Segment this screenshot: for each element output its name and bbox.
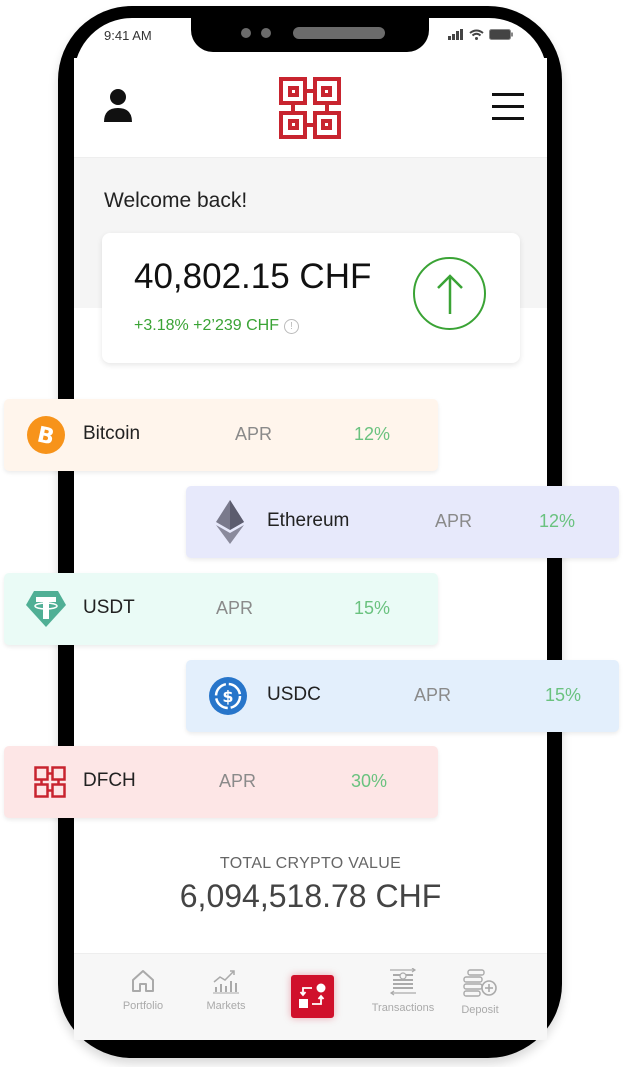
tab-label: Portfolio <box>122 1000 164 1012</box>
usdc-icon: $ <box>208 676 248 716</box>
tab-transactions[interactable]: Transactions <box>363 968 443 1014</box>
info-icon[interactable]: ! <box>283 318 299 334</box>
wifi-icon <box>469 29 484 40</box>
status-time: 9:41 AM <box>104 28 152 43</box>
hamburger-menu-icon[interactable] <box>492 91 524 128</box>
coin-apr-label: APR <box>219 771 257 791</box>
tab-label: Deposit <box>461 1004 499 1016</box>
tab-markets[interactable]: Markets <box>186 968 266 1012</box>
signal-icon <box>448 29 463 40</box>
coin-apr-label: APR <box>216 598 254 618</box>
total-crypto-value: 6,094,518.78 CHF <box>179 878 442 914</box>
coin-card-usdt[interactable]: USDT APR 15% <box>4 573 438 645</box>
user-icon[interactable] <box>102 88 134 129</box>
arrow-up-icon[interactable] <box>413 257 486 330</box>
coin-apr-label: APR <box>414 685 452 705</box>
coin-apr-rate: 15% <box>545 685 582 705</box>
dfch-logo <box>278 76 342 145</box>
phone-notch <box>191 18 429 52</box>
tether-icon <box>26 589 66 629</box>
tab-portfolio[interactable]: Portfolio <box>103 968 183 1012</box>
coin-apr-rate: 12% <box>354 424 391 444</box>
coin-card-usdc[interactable]: $ USDC APR 15% <box>186 660 619 732</box>
coin-apr-label: APR <box>435 511 473 531</box>
balance-change: +3.18% +2’239 CHF ! <box>134 317 299 335</box>
balance-change-text: +3.18% +2’239 CHF <box>134 317 279 334</box>
status-icons <box>448 29 513 40</box>
coin-name: USDC <box>267 684 321 705</box>
coin-apr-rate: 30% <box>351 771 388 791</box>
chart-icon <box>213 970 239 994</box>
balance-card[interactable]: 40,802.15 CHF +3.18% +2’239 CHF ! <box>102 233 520 363</box>
dfch-icon <box>30 762 70 802</box>
tab-exchange[interactable] <box>291 975 334 1018</box>
tab-label: Transactions <box>371 1002 435 1014</box>
tab-label: Markets <box>206 1000 246 1012</box>
coin-card-bitcoin[interactable]: B Bitcoin APR 12% <box>4 399 438 471</box>
exchange-icon <box>299 983 326 1008</box>
coin-card-ethereum[interactable]: Ethereum APR 12% <box>186 486 619 558</box>
home-icon <box>132 970 154 992</box>
app-header <box>74 58 547 158</box>
total-crypto-label: TOTAL CRYPTO VALUE <box>219 855 402 872</box>
coin-name: Bitcoin <box>83 423 141 444</box>
coin-apr-rate: 12% <box>539 511 576 531</box>
coin-name: Ethereum <box>267 510 350 531</box>
transactions-icon <box>389 968 417 996</box>
coin-apr-label: APR <box>235 424 273 444</box>
bitcoin-icon: B <box>26 415 66 455</box>
bottom-tab-bar: Portfolio Markets Transactions Deposit <box>74 953 547 1040</box>
svg-text:$: $ <box>222 687 233 706</box>
coin-card-dfch[interactable]: DFCH APR 30% <box>4 746 438 818</box>
tab-deposit[interactable]: Deposit <box>440 968 520 1016</box>
balance-amount: 40,802.15 CHF <box>134 257 372 296</box>
battery-icon <box>489 29 513 40</box>
welcome-text: Welcome back! <box>104 189 248 212</box>
ethereum-icon <box>210 500 250 544</box>
coin-apr-rate: 15% <box>354 598 391 618</box>
coin-name: DFCH <box>83 770 136 791</box>
coin-name: USDT <box>83 597 135 618</box>
deposit-icon <box>463 969 497 997</box>
